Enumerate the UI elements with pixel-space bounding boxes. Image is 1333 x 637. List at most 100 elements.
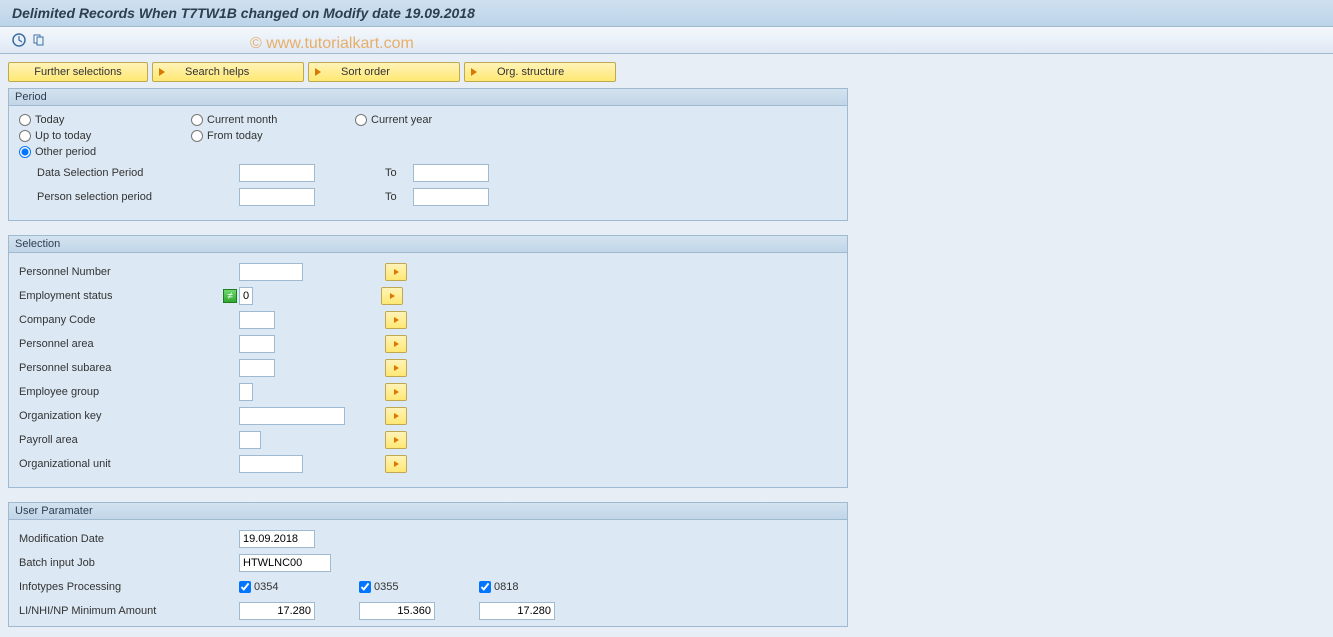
infotypes-label: Infotypes Processing [19, 581, 239, 593]
toolbar [0, 27, 1333, 54]
arrow-right-icon [394, 317, 399, 323]
min-amount-2-input[interactable] [359, 602, 435, 620]
organization-key-input[interactable] [239, 407, 345, 425]
personnel-number-input[interactable] [239, 263, 303, 281]
person-selection-label: Person selection period [19, 191, 239, 203]
batch-input-input[interactable] [239, 554, 331, 572]
company-code-label: Company Code [19, 314, 239, 326]
infotype-1-checkbox[interactable] [239, 581, 251, 593]
radio-current-month[interactable]: Current month [191, 114, 355, 126]
radio-other-period[interactable]: Other period [19, 146, 191, 158]
radio-other-period-label: Other period [35, 146, 96, 158]
radio-today[interactable]: Today [19, 114, 191, 126]
employee-group-label: Employee group [19, 386, 239, 398]
employment-status-label: Employment status [19, 290, 223, 302]
radio-current-year[interactable]: Current year [355, 114, 515, 126]
payroll-area-input[interactable] [239, 431, 261, 449]
arrow-right-icon [394, 341, 399, 347]
data-selection-to-input[interactable] [413, 164, 489, 182]
search-helps-button[interactable]: Search helps [152, 62, 304, 82]
infotype-3-checkbox[interactable] [479, 581, 491, 593]
sort-order-label: Sort order [341, 66, 390, 78]
radio-current-month-input[interactable] [191, 114, 203, 126]
personnel-subarea-input[interactable] [239, 359, 275, 377]
multiple-selection-button[interactable] [385, 311, 407, 329]
radio-current-month-label: Current month [207, 114, 277, 126]
arrow-right-icon [390, 293, 395, 299]
radio-from-today-label: From today [207, 130, 263, 142]
org-structure-button[interactable]: Org. structure [464, 62, 616, 82]
multiple-selection-button[interactable] [385, 407, 407, 425]
organization-key-label: Organization key [19, 410, 239, 422]
infotype-3-group: 0818 [479, 581, 518, 593]
radio-up-to-today-input[interactable] [19, 130, 31, 142]
period-group: Period Today Current month Current year … [8, 88, 848, 221]
data-selection-label: Data Selection Period [19, 167, 239, 179]
personnel-number-label: Personnel Number [19, 266, 239, 278]
company-code-input[interactable] [239, 311, 275, 329]
employee-group-input[interactable] [239, 383, 253, 401]
arrow-right-icon [394, 413, 399, 419]
modification-date-label: Modification Date [19, 533, 239, 545]
personnel-subarea-label: Personnel subarea [19, 362, 239, 374]
radio-other-period-input[interactable] [19, 146, 31, 158]
employment-status-input[interactable] [239, 287, 253, 305]
arrow-right-icon [394, 269, 399, 275]
radio-current-year-label: Current year [371, 114, 432, 126]
person-selection-to-input[interactable] [413, 188, 489, 206]
payroll-area-label: Payroll area [19, 434, 239, 446]
variant-icon[interactable] [30, 31, 48, 49]
execute-icon[interactable] [10, 31, 28, 49]
arrow-right-icon [471, 68, 477, 76]
arrow-right-icon [394, 461, 399, 467]
batch-input-label: Batch input Job [19, 557, 239, 569]
person-selection-from-input[interactable] [239, 188, 315, 206]
to-label: To [385, 191, 397, 203]
period-header: Period [9, 89, 847, 106]
infotype-1-group: 0354 [239, 581, 359, 593]
min-amount-label: LI/NHI/NP Minimum Amount [19, 605, 239, 617]
infotype-1-label: 0354 [254, 581, 278, 593]
multiple-selection-button[interactable] [385, 455, 407, 473]
radio-from-today-input[interactable] [191, 130, 203, 142]
radio-from-today[interactable]: From today [191, 130, 355, 142]
personnel-area-label: Personnel area [19, 338, 239, 350]
infotype-2-group: 0355 [359, 581, 479, 593]
further-selections-label: Further selections [34, 66, 121, 78]
radio-up-to-today[interactable]: Up to today [19, 130, 191, 142]
multiple-selection-button[interactable] [385, 263, 407, 281]
min-amount-1-input[interactable] [239, 602, 315, 620]
multiple-selection-button[interactable] [385, 383, 407, 401]
further-selections-button[interactable]: Further selections [8, 62, 148, 82]
data-selection-from-input[interactable] [239, 164, 315, 182]
arrow-right-icon [394, 365, 399, 371]
not-equal-icon[interactable]: ≠ [223, 289, 237, 303]
infotype-3-label: 0818 [494, 581, 518, 593]
organizational-unit-label: Organizational unit [19, 458, 239, 470]
multiple-selection-button[interactable] [385, 335, 407, 353]
multiple-selection-button[interactable] [381, 287, 403, 305]
radio-today-input[interactable] [19, 114, 31, 126]
arrow-right-icon [394, 389, 399, 395]
infotype-2-checkbox[interactable] [359, 581, 371, 593]
radio-current-year-input[interactable] [355, 114, 367, 126]
arrow-right-icon [315, 68, 321, 76]
min-amount-3-input[interactable] [479, 602, 555, 620]
multiple-selection-button[interactable] [385, 359, 407, 377]
selection-group: Selection Personnel Number Employment st… [8, 235, 848, 488]
multiple-selection-button[interactable] [385, 431, 407, 449]
org-structure-label: Org. structure [497, 66, 564, 78]
user-param-header: User Paramater [9, 503, 847, 520]
infotype-2-label: 0355 [374, 581, 398, 593]
selection-header: Selection [9, 236, 847, 253]
modification-date-input[interactable] [239, 530, 315, 548]
arrow-right-icon [394, 437, 399, 443]
search-helps-label: Search helps [185, 66, 249, 78]
organizational-unit-input[interactable] [239, 455, 303, 473]
radio-today-label: Today [35, 114, 64, 126]
sort-order-button[interactable]: Sort order [308, 62, 460, 82]
personnel-area-input[interactable] [239, 335, 275, 353]
action-buttons: Further selections Search helps Sort ord… [8, 62, 1325, 82]
to-label: To [385, 167, 397, 179]
arrow-right-icon [159, 68, 165, 76]
